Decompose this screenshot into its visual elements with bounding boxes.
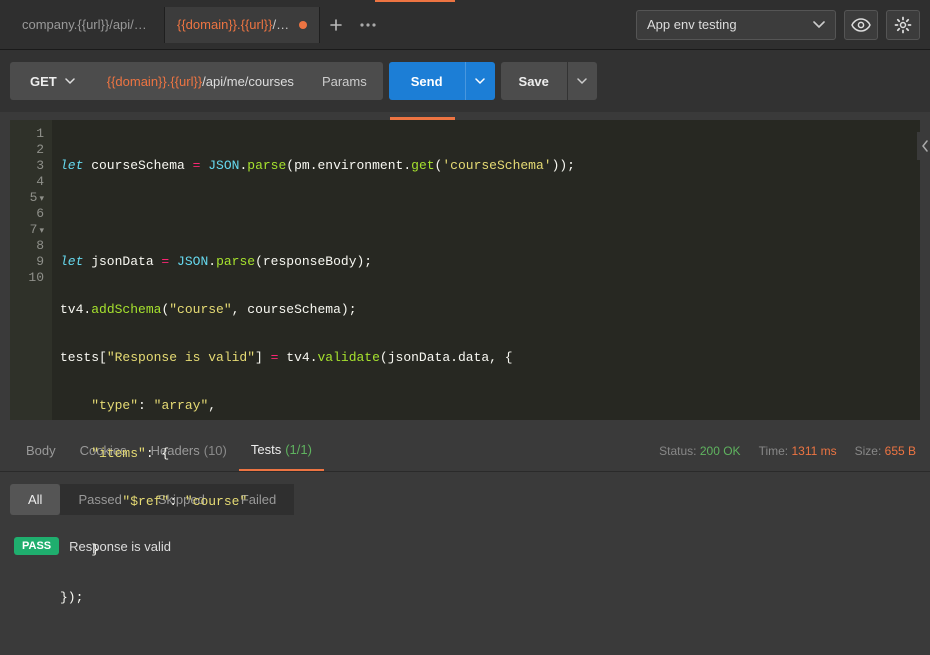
save-button[interactable]: Save	[501, 62, 567, 100]
environment-select[interactable]: App env testing	[636, 10, 836, 40]
expand-panel-button[interactable]	[917, 132, 930, 160]
eye-icon	[851, 18, 871, 32]
chevron-down-icon	[813, 21, 825, 29]
top-bar: company.{{url}}/api/auth/lo {{domain}}.{…	[0, 0, 930, 50]
url-variable: {{domain}}.{{url}}	[107, 74, 202, 89]
chevron-left-icon	[921, 140, 929, 152]
params-button[interactable]: Params	[306, 62, 383, 100]
status-label: Status:	[659, 444, 696, 458]
send-button[interactable]: Send	[389, 62, 465, 100]
tabs-area: company.{{url}}/api/auth/lo {{domain}}.{…	[10, 7, 628, 43]
tab-label: {{domain}}.{{url}}/api	[177, 17, 291, 32]
url-input[interactable]: {{domain}}.{{url}}/api/me/courses	[95, 62, 306, 100]
chevron-down-icon	[475, 78, 485, 85]
environment-selected-label: App env testing	[647, 17, 737, 32]
url-rest: /api/me/courses	[202, 74, 294, 89]
chevron-down-icon	[65, 78, 75, 85]
pass-badge: PASS	[14, 537, 59, 555]
response-meta: Status: 200 OK Time: 1311 ms Size: 655 B	[659, 444, 916, 458]
send-dropdown[interactable]	[465, 62, 495, 100]
filter-all[interactable]: All	[10, 484, 60, 515]
size-value: 655 B	[885, 444, 916, 458]
size-label: Size:	[855, 444, 882, 458]
tab-add-button[interactable]	[320, 7, 352, 43]
settings-button[interactable]	[886, 10, 920, 40]
gear-icon	[894, 16, 912, 34]
code-area[interactable]: let courseSchema = JSON.parse(pm.environ…	[52, 120, 583, 420]
method-select[interactable]: GET	[10, 62, 95, 100]
tab-more-button[interactable]	[352, 7, 384, 43]
unsaved-dot-icon	[299, 21, 307, 29]
gutter: 1 2 3 4 5 6 7 8 9 10	[10, 120, 52, 420]
time-value: 1311 ms	[791, 444, 836, 458]
time-label: Time:	[759, 444, 789, 458]
tab-item[interactable]: company.{{url}}/api/auth/lo	[10, 7, 165, 43]
request-bar: GET {{domain}}.{{url}}/api/me/courses Pa…	[0, 50, 930, 112]
code-editor[interactable]: 1 2 3 4 5 6 7 8 9 10 let courseSchema = …	[10, 120, 920, 420]
top-accent-bar	[375, 0, 455, 2]
method-label: GET	[30, 74, 57, 89]
tab-label: company.{{url}}/api/auth/lo	[22, 17, 152, 32]
chevron-down-icon	[577, 78, 587, 85]
environment-quicklook-button[interactable]	[844, 10, 878, 40]
save-dropdown[interactable]	[567, 62, 597, 100]
status-value: 200 OK	[700, 444, 741, 458]
tab-item-active[interactable]: {{domain}}.{{url}}/api	[165, 7, 320, 43]
editor-accent-bar	[390, 117, 455, 120]
